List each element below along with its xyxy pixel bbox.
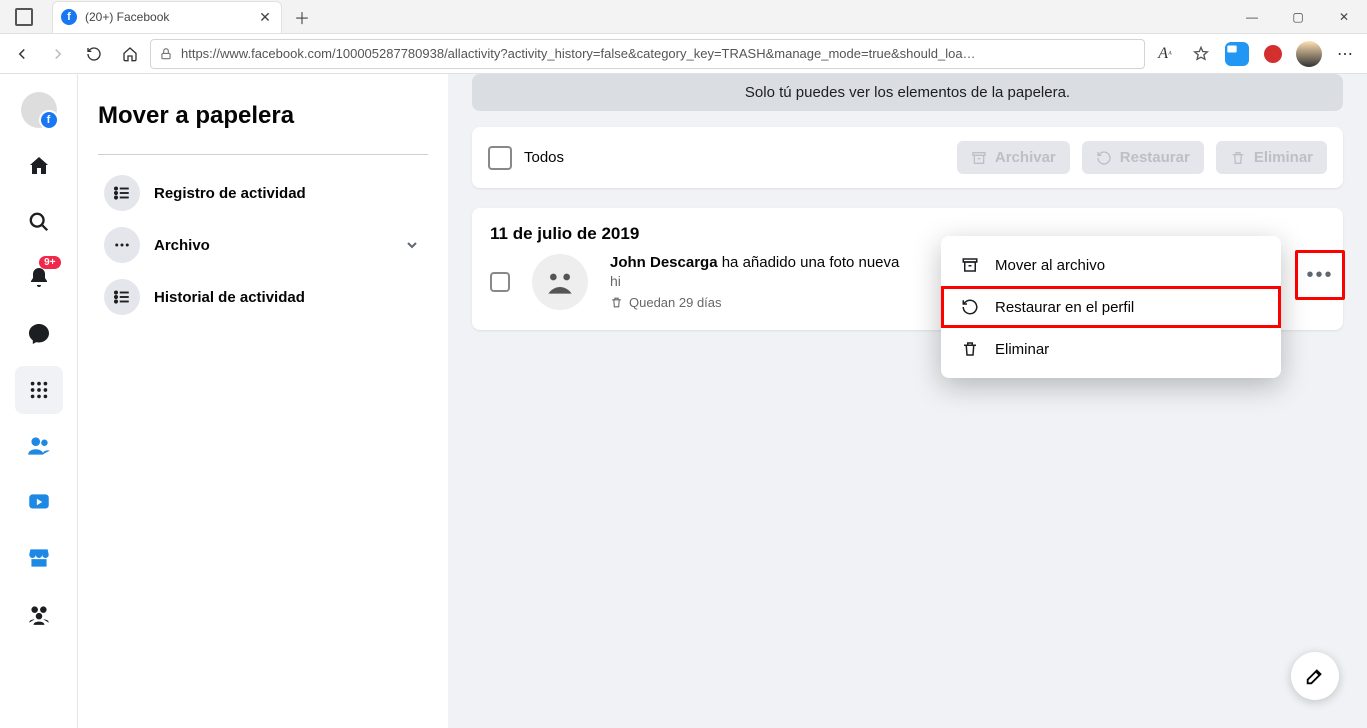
close-tab-button[interactable]: ✕ [257, 9, 273, 25]
search-icon [28, 211, 50, 233]
tablist-button[interactable] [0, 8, 48, 26]
url-text: https://www.facebook.com/100005287780938… [181, 46, 976, 61]
list-icon [104, 279, 140, 315]
profile-avatar-button[interactable] [1293, 38, 1325, 70]
browser-toolbar: https://www.facebook.com/100005287780938… [0, 34, 1367, 74]
list-icon [104, 175, 140, 211]
sidebar-item-label: Registro de actividad [154, 185, 306, 202]
browser-tab-active[interactable]: f (20+) Facebook ✕ [52, 1, 282, 33]
window-minimize[interactable]: — [1229, 0, 1275, 34]
trash-icon [959, 338, 981, 360]
watch-icon [26, 489, 52, 515]
bell-icon [27, 266, 51, 290]
feed-card: 11 de julio de 2019 John Descarga ha aña… [472, 208, 1343, 330]
archive-icon [959, 254, 981, 276]
rail-profile[interactable] [15, 86, 63, 134]
menu-move-to-archive[interactable]: Mover al archivo [941, 244, 1281, 286]
friends-icon [26, 433, 52, 459]
rail-menu[interactable] [15, 366, 63, 414]
window-controls: — ▢ ✕ [1229, 0, 1367, 34]
nav-forward-button[interactable] [42, 38, 74, 70]
menu-delete[interactable]: Eliminar [941, 328, 1281, 370]
rail-home[interactable] [15, 142, 63, 190]
page-title: Mover a papelera [98, 102, 428, 130]
sidebar: Mover a papelera Registro de actividad A… [78, 74, 448, 728]
rail-messenger[interactable] [15, 310, 63, 358]
reader-mode-button[interactable]: Aᴬ [1149, 38, 1181, 70]
archive-button[interactable]: Archivar [957, 141, 1070, 174]
delete-button[interactable]: Eliminar [1216, 141, 1327, 174]
left-rail: 9+ [0, 74, 78, 728]
browser-menu-button[interactable]: ⋯ [1329, 38, 1361, 70]
messenger-icon [27, 322, 51, 346]
visibility-notice: Solo tú puedes ver los elementos de la p… [472, 74, 1343, 111]
home-icon [27, 154, 51, 178]
archive-icon [971, 150, 987, 166]
compose-button[interactable] [1291, 652, 1339, 700]
browser-tab-title: (20+) Facebook [85, 10, 169, 24]
trash-icon [1230, 150, 1246, 166]
rail-search[interactable] [15, 198, 63, 246]
sidebar-item-archive[interactable]: Archivo [98, 219, 428, 271]
url-bar[interactable]: https://www.facebook.com/100005287780938… [150, 39, 1145, 69]
lock-icon [159, 47, 173, 61]
main-content: Solo tú puedes ver los elementos de la p… [448, 74, 1367, 728]
rail-marketplace[interactable] [15, 534, 63, 582]
facebook-favicon: f [61, 9, 77, 25]
post-more-button[interactable]: ••• [1300, 255, 1340, 295]
sidebar-item-history[interactable]: Historial de actividad [98, 271, 428, 323]
restore-icon [1096, 150, 1112, 166]
sidebar-item-label: Historial de actividad [154, 289, 305, 306]
nav-reload-button[interactable] [78, 38, 110, 70]
nav-back-button[interactable] [6, 38, 38, 70]
rail-watch[interactable] [15, 478, 63, 526]
post-remaining: Quedan 29 días [629, 295, 722, 310]
more-highlight: ••• [1295, 250, 1345, 300]
extension-zoom[interactable] [1221, 38, 1253, 70]
dots-icon [104, 227, 140, 263]
bulk-toolbar: Todos Archivar Restaurar Eliminar [472, 127, 1343, 188]
trash-icon [610, 296, 623, 309]
notifications-badge: 9+ [39, 256, 60, 269]
select-all-checkbox[interactable] [488, 146, 512, 170]
post-action: ha añadido una foto nueva [718, 254, 900, 271]
window-close[interactable]: ✕ [1321, 0, 1367, 34]
favorites-button[interactable] [1185, 38, 1217, 70]
nav-home-button[interactable] [114, 38, 146, 70]
rail-friends[interactable] [15, 422, 63, 470]
post-author[interactable]: John Descarga [610, 254, 718, 271]
post-thumbnail[interactable] [532, 254, 588, 310]
chevron-down-icon [404, 237, 420, 253]
rail-groups[interactable] [15, 590, 63, 638]
grid-icon [28, 379, 50, 401]
select-all-label: Todos [524, 149, 564, 166]
post-checkbox[interactable] [490, 272, 510, 292]
marketplace-icon [26, 545, 52, 571]
browser-tab-strip: f (20+) Facebook ✕ ＋ — ▢ ✕ [0, 0, 1367, 34]
window-maximize[interactable]: ▢ [1275, 0, 1321, 34]
context-menu: Mover al archivo Restaurar en el perfil … [941, 236, 1281, 378]
menu-restore-to-profile[interactable]: Restaurar en el perfil [941, 286, 1281, 328]
sidebar-item-activity-log[interactable]: Registro de actividad [98, 167, 428, 219]
restore-icon [959, 296, 981, 318]
post-row: John Descarga ha añadido una foto nueva … [490, 254, 1325, 310]
sidebar-divider [98, 154, 428, 155]
new-tab-button[interactable]: ＋ [288, 3, 316, 31]
sidebar-item-label: Archivo [154, 237, 210, 254]
rail-notifications[interactable]: 9+ [15, 254, 63, 302]
edit-icon [1304, 665, 1326, 687]
restore-button[interactable]: Restaurar [1082, 141, 1204, 174]
groups-icon [26, 601, 52, 627]
extension-2[interactable] [1257, 38, 1289, 70]
